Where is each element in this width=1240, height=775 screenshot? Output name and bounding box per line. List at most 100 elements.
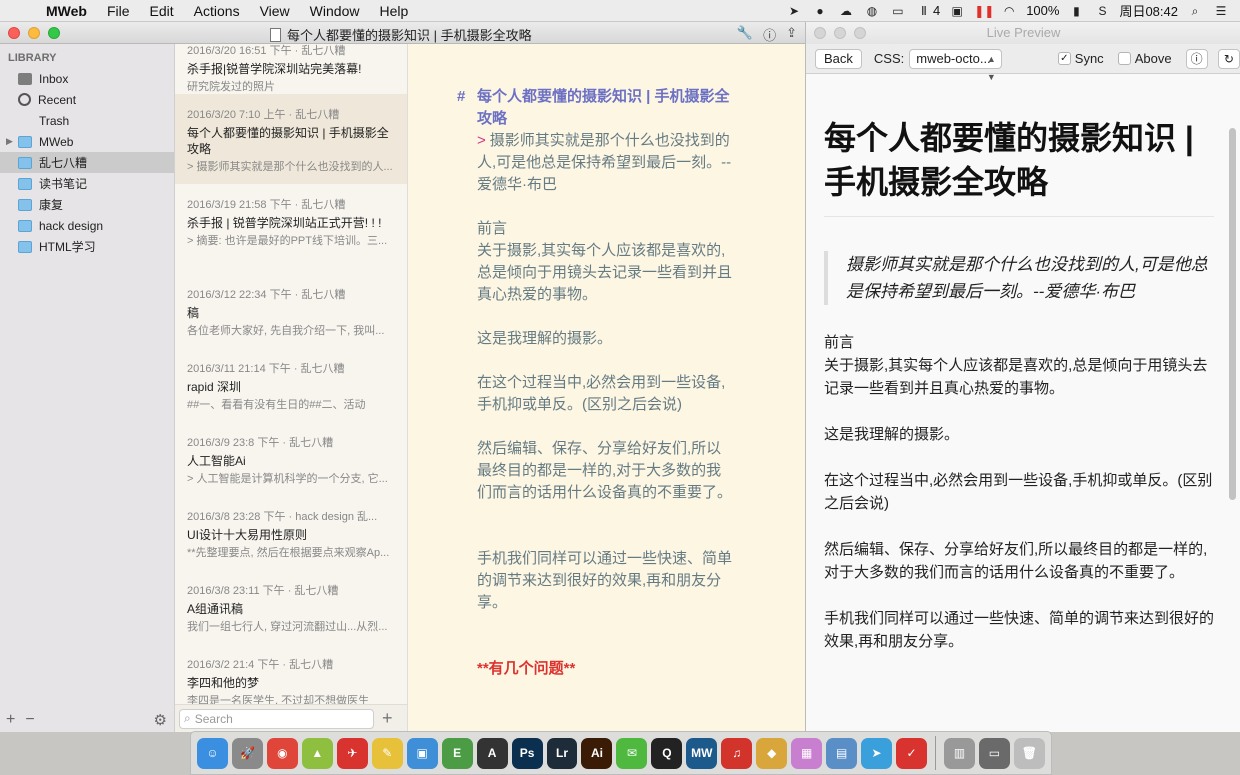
preview-scrollbar[interactable] [1229,128,1236,500]
close-button[interactable] [814,27,826,39]
note-item-selected[interactable]: 2016/3/20 7:10 上午 · 乱七八糟 每个人都要懂的摄影知识 | 手… [175,94,407,184]
dock-lightroom-icon[interactable]: Lr [546,737,578,769]
dock-typora-icon[interactable]: A [476,737,508,769]
remove-category-icon[interactable]: − [25,711,34,729]
sidebar-item-html[interactable]: HTML学习 [0,236,174,257]
dock-launchpad-icon[interactable]: 🚀 [231,737,263,769]
dock-finder-icon[interactable]: ☺ [197,737,228,769]
clock[interactable]: 周日08:42 [1119,1,1178,20]
sidebar-item-inbox[interactable]: Inbox [0,68,174,89]
dock-photoshop-icon[interactable]: Ps [511,737,543,769]
preview-heading: 每个人都要懂的摄影知识 | 手机摄影全攻略 [824,116,1214,217]
menu-actions[interactable]: Actions [184,0,250,22]
note-item[interactable]: 2016/3/9 23:8 下午 · 乱七八糟 人工智能Ai > 人工智能是计算… [175,422,407,496]
dock-printer-icon[interactable]: ▥ [944,737,975,769]
dock-telegram-icon[interactable]: ➤ [861,737,893,769]
sidebar-item-recent[interactable]: Recent [0,89,174,110]
close-button[interactable] [8,26,20,39]
css-label: CSS: [873,51,905,66]
note-item[interactable]: 2016/3/8 23:11 下午 · 乱七八糟 A组通讯稿 我们一组七行人, … [175,570,407,644]
display-tray-icon[interactable]: ▭ [889,4,907,18]
dock-illustrator-icon[interactable]: Ai [581,737,613,769]
adobe-tray-badge[interactable]: Ⅱ4 [915,3,940,18]
wechat-tray-icon[interactable]: ● [811,4,829,18]
minimize-button[interactable] [28,26,40,39]
dock-wunderlist-icon[interactable]: ✓ [896,737,928,769]
dock-keynote-icon[interactable]: ▣ [406,737,438,769]
battery-percent[interactable]: 100% [1026,3,1059,18]
note-meta: 2016/3/12 22:34 下午 · 乱七八糟 [187,289,346,301]
menu-edit[interactable]: Edit [140,0,184,22]
notification-center-icon[interactable]: ☰ [1212,4,1230,18]
sync-tray-icon[interactable]: S [1093,4,1111,18]
spotlight-icon[interactable]: ⌕ [1186,4,1204,18]
note-title: 杀手报 | 锐普学院深圳站正式开营! ! ! [187,216,382,230]
note-title: 每个人都要懂的摄影知识 | 手机摄影全攻略 [187,126,389,156]
refresh-button[interactable]: ↻ [1217,48,1240,69]
minimize-button[interactable] [834,27,846,39]
battery-tray-icon[interactable]: ▣ [948,4,966,18]
dock-android-icon[interactable]: ▲ [301,737,333,769]
dock-notes-icon[interactable]: ✎ [371,737,403,769]
cloud-tray-icon[interactable]: ☁ [837,4,855,18]
add-note-icon[interactable]: + [382,708,393,729]
menu-view[interactable]: View [250,0,300,22]
sidebar-item-kangfu[interactable]: 康复 [0,194,174,215]
sidebar-item-luanqibazao[interactable]: 乱七八糟 [0,152,174,173]
menu-help[interactable]: Help [369,0,418,22]
zoom-button[interactable] [854,27,866,39]
dock-sketch-icon[interactable]: ◆ [756,737,788,769]
menu-window[interactable]: Window [300,0,370,22]
dock-preview-icon[interactable]: ▦ [791,737,823,769]
preview-paragraph: 这是我理解的摄影。 [824,426,960,443]
sync-checkbox[interactable]: ✓ Sync [1057,51,1104,66]
share-icon[interactable]: ⇪ [786,25,797,44]
dock-netease-music-icon[interactable]: ♫ [721,737,753,769]
menu-app[interactable]: MWeb [36,0,97,22]
search-field[interactable]: ⌕ [179,708,374,729]
above-checkbox[interactable]: Above [1117,51,1172,66]
note-item[interactable]: 2016/3/12 22:34 下午 · 乱七八糟 稿 各位老师大家好, 先自我… [175,274,407,348]
wifi-icon[interactable]: ◠ [1000,4,1018,18]
dock-screen-capture-icon[interactable]: ▤ [826,737,858,769]
dock-downloads-icon[interactable]: ▭ [978,737,1010,769]
title-tools: 🔧 ⓘ ⇪ [737,25,797,44]
record-tray-icon[interactable]: ❚❚ [974,4,994,18]
sidebar-item-hack-design[interactable]: hack design [0,215,174,236]
menu-file[interactable]: File [97,0,140,22]
window-title-text: 每个人都要懂的摄影知识 | 手机摄影全攻略 [287,28,532,43]
dock-wechat-icon[interactable]: ✉ [616,737,648,769]
lock-tray-icon[interactable]: ◍ [863,4,881,18]
css-theme-select[interactable]: mweb-octo... ▲ ▼ [909,48,1002,82]
markdown-editor[interactable]: # 每个人都要懂的摄影知识 | 手机摄影全攻略 > 摄影师其实就是那个什么也没找到… [408,44,805,732]
note-item[interactable]: 2016/3/11 21:14 下午 · 乱七八糟 rapid 深圳 ##一、看… [175,348,407,422]
sidebar-item-mweb[interactable]: ▶ MWeb [0,131,174,152]
wrench-icon[interactable]: 🔧 [737,25,753,44]
preview-paragraph: 然后编辑、保存、分享给好友们,所以最终目的都是一样的,对于大多数的我们而言的话用… [824,541,1208,581]
dock-trash-icon[interactable]: 🗑 [1013,737,1045,769]
sidebar-item-trash[interactable]: Trash [0,110,174,131]
note-item[interactable]: 2016/3/20 16:51 下午 · 乱七八糟 杀手报|锐普学院深圳站完美落… [175,44,407,94]
info-icon[interactable]: ⓘ [763,25,776,44]
zoom-button[interactable] [48,26,60,39]
dock-airmail-icon[interactable]: ✈ [336,737,368,769]
folder-icon [18,219,32,232]
disclosure-triangle-icon[interactable]: ▶ [6,136,13,147]
back-button[interactable]: Back [815,48,862,69]
dock-evernote-icon[interactable]: E [441,737,473,769]
sidebar-item-reading-notes[interactable]: 读书笔记 [0,173,174,194]
add-category-icon[interactable]: + [6,711,15,729]
preview-paragraph: 关于摄影,其实每个人应该都是喜欢的,总是倾向于用镜头去记录一些看到并且真心热爱的… [824,357,1208,397]
note-item[interactable]: 2016/3/19 21:58 下午 · 乱七八糟 杀手报 | 锐普学院深圳站正… [175,184,407,274]
dock-chrome-icon[interactable]: ◉ [266,737,298,769]
gear-icon[interactable]: ⚙ [154,711,167,729]
editor-text[interactable]: # 每个人都要懂的摄影知识 | 手机摄影全攻略 > 摄影师其实就是那个什么也没找到… [457,86,733,680]
dock-qq-icon[interactable]: Q [651,737,683,769]
note-excerpt: > 摄影师其实就是那个什么也没找到的人... [187,161,393,173]
info-button[interactable]: ⓘ [1185,48,1208,69]
search-input[interactable] [194,711,355,726]
telegram-tray-icon[interactable]: ➤ [785,4,803,18]
note-item[interactable]: 2016/3/8 23:28 下午 · hack design 乱... UI设… [175,496,407,570]
dock-mweb-icon[interactable]: MW [686,737,718,769]
note-meta: 2016/3/19 21:58 下午 · 乱七八糟 [187,199,346,211]
